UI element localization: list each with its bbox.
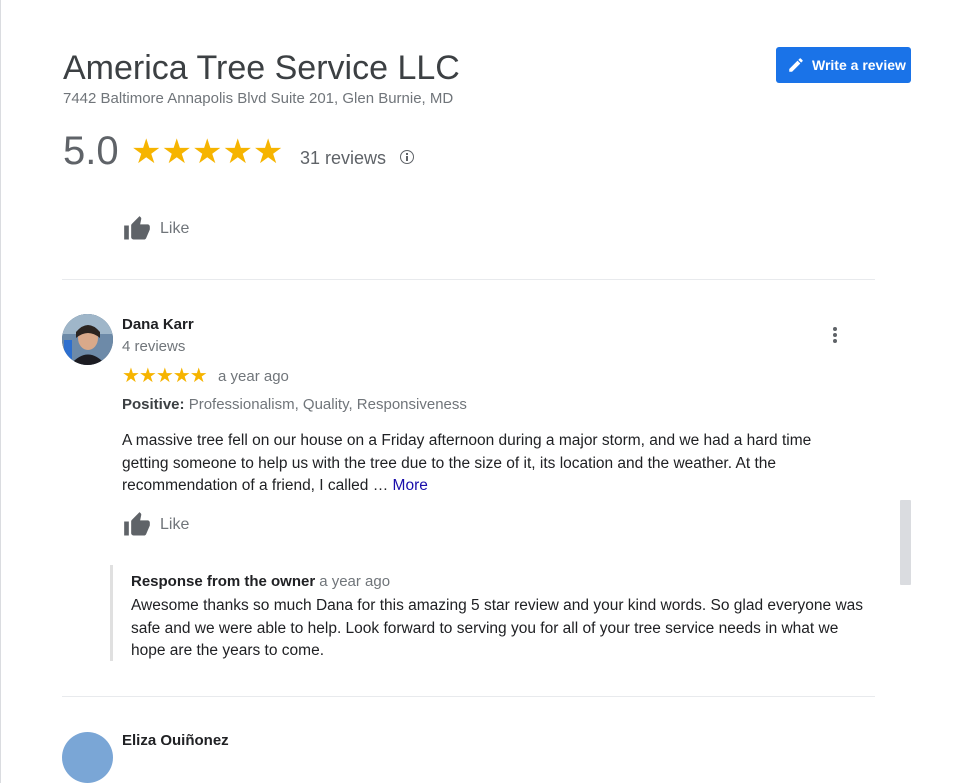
reviewer-name[interactable]: Dana Karr <box>122 316 194 333</box>
review-divider <box>62 279 875 280</box>
owner-response-title: Response from the owner <box>131 573 316 590</box>
like-button[interactable]: Like <box>122 215 189 243</box>
review-text: A massive tree fell on our house on a Fr… <box>122 430 862 498</box>
review-divider <box>62 696 875 697</box>
owner-response: Response from the owner a year ago Awesom… <box>110 565 873 661</box>
reviews-count: 31 reviews <box>300 148 387 168</box>
positive-values: Professionalism, Quality, Responsiveness <box>184 396 467 413</box>
thumbs-up-icon <box>124 512 150 536</box>
business-address: 7442 Baltimore Annapolis Blvd Suite 201,… <box>63 90 454 107</box>
avatar[interactable] <box>62 732 113 783</box>
owner-response-header: Response from the owner a year ago <box>131 573 390 590</box>
reviewer-review-count: 4 reviews <box>122 338 186 355</box>
info-icon[interactable] <box>400 150 414 164</box>
review-time: a year ago <box>218 368 289 385</box>
panel-left-border <box>0 0 1 783</box>
more-link[interactable]: More <box>393 477 428 494</box>
thumbs-up-icon <box>124 216 150 240</box>
owner-response-text: Awesome thanks so much Dana for this ama… <box>131 597 864 659</box>
reviewer-name[interactable]: Eliza Quiñonez <box>122 733 229 745</box>
overall-rating: 5.0 <box>63 129 119 173</box>
avatar[interactable] <box>62 314 113 365</box>
business-name: America Tree Service LLC <box>63 49 460 87</box>
positive-attributes: Positive: Professionalism, Quality, Resp… <box>122 396 467 413</box>
like-label: Like <box>160 220 190 237</box>
review-stars: ★★★★★ <box>122 365 208 387</box>
scrollbar-thumb[interactable] <box>900 500 911 585</box>
review-body: A massive tree fell on our house on a Fr… <box>122 432 812 494</box>
positive-label: Positive: <box>122 396 185 413</box>
avatar-photo <box>62 314 113 365</box>
overall-rating-stars: ★★★★★ <box>131 133 284 171</box>
owner-response-time: a year ago <box>319 573 391 590</box>
pencil-icon <box>789 58 803 72</box>
more-options-icon[interactable] <box>825 323 845 347</box>
write-review-label: Write a review <box>812 57 906 73</box>
write-review-button[interactable]: Write a review <box>776 47 911 83</box>
like-label: Like <box>160 516 190 533</box>
like-button[interactable]: Like <box>122 511 189 539</box>
